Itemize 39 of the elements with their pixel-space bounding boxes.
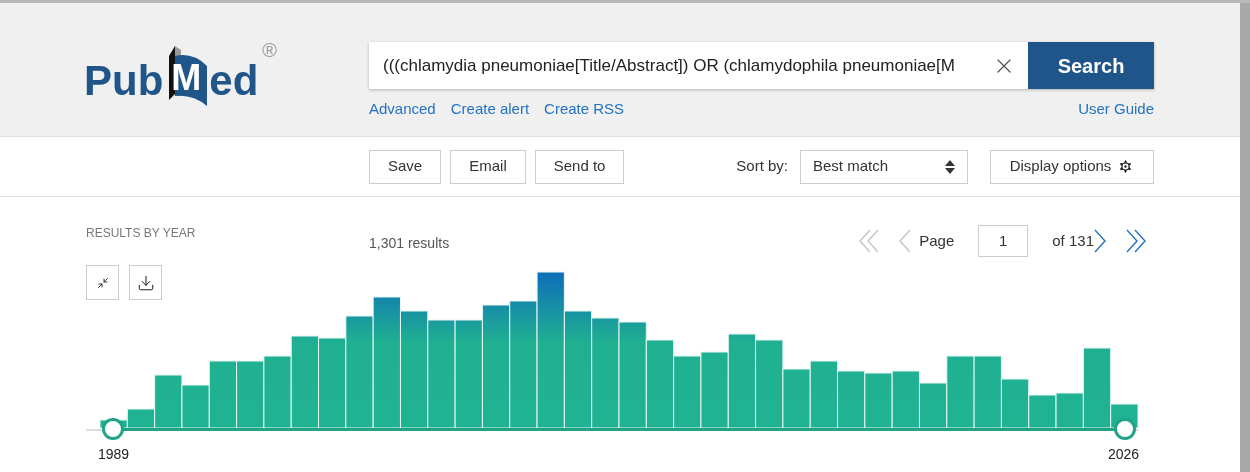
sort-select[interactable]: Best match xyxy=(800,149,968,184)
collapse-button[interactable] xyxy=(86,265,119,300)
next-page-chevron-icon xyxy=(1094,229,1106,253)
results-count: 1,301 results xyxy=(369,233,450,253)
action-button[interactable]: Send to xyxy=(534,149,625,184)
page-count: of 131 xyxy=(1052,230,1094,251)
action-button[interactable]: Save xyxy=(369,149,442,184)
histogram-bar xyxy=(236,360,265,429)
previous-page-chevron-icon xyxy=(899,229,912,253)
search-field[interactable]: (((chlamydia pneumoniae[Title/Abstract]) OR (chlamydophila pneumoniae[M xyxy=(369,42,980,89)
slider-handle[interactable] xyxy=(102,418,124,440)
sort-arrows-icon xyxy=(945,159,955,174)
header-link[interactable]: Advanced xyxy=(369,98,436,121)
histogram-bar xyxy=(891,370,920,429)
last-page-chevron-icon xyxy=(1126,229,1146,253)
action-button[interactable]: Email xyxy=(450,149,526,184)
sort-label: Sort by: xyxy=(736,156,788,177)
histogram-bar xyxy=(809,360,839,429)
header-link[interactable]: Create RSS xyxy=(544,98,625,121)
header-link[interactable]: Create alert xyxy=(450,98,530,121)
page-number-field[interactable]: 1 xyxy=(978,225,1029,257)
download-icon xyxy=(136,273,155,292)
histogram-bar xyxy=(864,372,893,429)
search-button[interactable]: Search xyxy=(1028,42,1154,89)
range-end-year: 2026 xyxy=(1108,445,1140,464)
clear-button[interactable] xyxy=(980,42,1028,89)
last-page-button[interactable] xyxy=(1126,229,1146,253)
section-title: RESULTS BY YEAR xyxy=(86,225,197,242)
histogram-bar xyxy=(837,370,866,429)
next-page-button[interactable] xyxy=(1094,229,1106,253)
pubmed-logo[interactable]: Pub M ed ® xyxy=(84,42,369,106)
range-start-year: 1989 xyxy=(98,445,130,464)
first-page-chevron-icon xyxy=(859,229,880,253)
page-label: Page xyxy=(919,230,955,251)
slider-handle[interactable] xyxy=(1114,418,1136,440)
display-options-button[interactable]: Display options xyxy=(990,149,1154,184)
collapse-arrows-icon xyxy=(96,276,109,289)
user-guide-link[interactable]: User Guide xyxy=(1078,98,1154,121)
download-button[interactable] xyxy=(129,265,162,300)
